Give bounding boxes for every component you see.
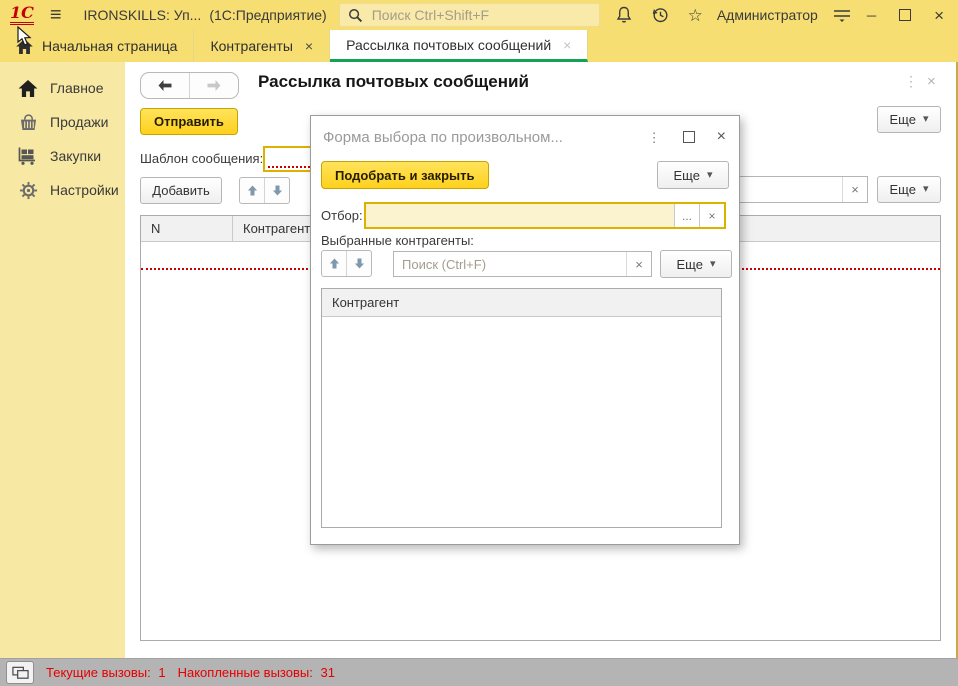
move-down-icon[interactable] [346, 251, 371, 276]
sidebar-item-label: Закупки [50, 148, 101, 164]
move-up-icon[interactable] [322, 251, 346, 276]
dialog-search-input[interactable] [394, 252, 626, 276]
status-bar: Текущие вызовы: 1 Накопленные вызовы: 31 [0, 658, 958, 686]
dialog-more-button-list[interactable]: Еще ▾ [660, 250, 732, 278]
back-button[interactable] [141, 73, 189, 98]
sidebar-item-label: Настройки [50, 182, 119, 198]
nav-history-group [140, 72, 239, 99]
minimize-icon[interactable]: ─ [867, 9, 876, 22]
more-label: Еще [677, 257, 703, 272]
chevron-down-icon: ▾ [707, 170, 713, 181]
sidebar: Главное Продажи Закупки Настройки [0, 62, 125, 658]
chevron-down-icon: ▾ [923, 114, 929, 125]
close-window-icon[interactable]: × [934, 7, 944, 24]
filter-ellipsis-button[interactable]: ... [674, 204, 699, 227]
filter-clear-icon[interactable]: × [699, 204, 724, 227]
tab-mail-distribution[interactable]: Рассылка почтовых сообщений × [330, 30, 588, 62]
selected-counterparties-label: Выбранные контрагенты: [321, 233, 474, 248]
chevron-down-icon: ▾ [710, 259, 716, 270]
dialog-search-box[interactable]: × [393, 251, 652, 277]
close-tab-icon[interactable]: × [305, 39, 313, 53]
window-controls: ─ × [867, 7, 944, 24]
sidebar-item-label: Продажи [50, 114, 108, 130]
clear-search-icon[interactable]: × [842, 177, 867, 202]
tab-counterparties[interactable]: Контрагенты × [194, 30, 330, 62]
cart-icon [17, 147, 39, 165]
search-icon [348, 8, 363, 23]
user-menu-icon[interactable] [833, 8, 851, 23]
column-header-n[interactable]: N [141, 216, 233, 241]
global-search-box[interactable] [339, 3, 600, 27]
form-close-icon[interactable]: × [927, 74, 936, 89]
selected-counterparties-table[interactable]: Контрагент [321, 288, 722, 528]
filter-label: Отбор: [321, 208, 363, 223]
column-header-counterparty[interactable]: Контрагент [322, 289, 721, 317]
favorites-star-icon[interactable]: ☆ [688, 7, 703, 24]
maximize-icon[interactable] [899, 9, 911, 21]
clear-search-icon[interactable]: × [626, 252, 651, 276]
forward-button[interactable] [189, 73, 238, 98]
tab-home-page[interactable]: Начальная страница [0, 30, 194, 62]
more-label: Еще [890, 182, 916, 197]
dialog-close-icon[interactable]: × [717, 129, 726, 145]
tab-label: Начальная страница [42, 38, 177, 54]
main-menu-icon[interactable]: ≡ [50, 5, 62, 25]
dialog-reorder-buttons [321, 250, 372, 277]
close-tab-icon[interactable]: × [563, 38, 571, 52]
page-title: Рассылка почтовых сообщений [258, 72, 529, 92]
more-label: Еще [890, 112, 916, 127]
app-window: 1С ≡ IRONSKILLS: Уп... (1С:Предприятие) … [0, 0, 958, 686]
home-icon [16, 39, 33, 54]
dialog-maximize-icon[interactable] [683, 131, 695, 143]
dialog-more-button-top[interactable]: Еще ▾ [657, 161, 729, 189]
gear-icon [17, 181, 39, 200]
tab-label: Контрагенты [210, 38, 292, 54]
reorder-buttons [239, 177, 290, 204]
current-calls-status: Текущие вызовы: 1 [46, 665, 166, 680]
accumulated-calls-label: Накопленные вызовы: [178, 665, 313, 680]
app-title: IRONSKILLS: Уп... [84, 7, 202, 23]
server-calls-icon[interactable] [6, 661, 34, 684]
dialog-title: Форма выбора по произвольном... [323, 129, 563, 146]
dialog-menu-kebab-icon[interactable]: ⋮ [648, 131, 661, 144]
chevron-down-icon: ▾ [923, 184, 929, 195]
accumulated-calls-value: 31 [320, 665, 334, 680]
sidebar-item-purchases[interactable]: Закупки [0, 144, 125, 168]
global-search-input[interactable] [370, 6, 591, 24]
app-product-name: (1С:Предприятие) [209, 7, 326, 23]
notifications-bell-icon[interactable] [616, 6, 632, 24]
sidebar-item-main[interactable]: Главное [0, 76, 125, 100]
history-icon[interactable] [651, 6, 669, 24]
more-label: Еще [674, 168, 700, 183]
titlebar-icons: ☆ [616, 6, 703, 24]
accumulated-calls-status: Накопленные вызовы: 31 [178, 665, 335, 680]
move-up-icon[interactable] [240, 178, 264, 203]
sidebar-item-sales[interactable]: Продажи [0, 110, 125, 134]
1c-logo-icon: 1С [10, 5, 34, 25]
send-button[interactable]: Отправить [140, 108, 238, 135]
filter-field[interactable]: ... × [364, 202, 726, 229]
move-down-icon[interactable] [264, 178, 289, 203]
dialog-controls: ⋮ × [648, 129, 726, 145]
more-button-top[interactable]: Еще ▾ [877, 106, 941, 133]
sidebar-item-label: Главное [50, 80, 104, 96]
tab-bar: Начальная страница Контрагенты × Рассылк… [0, 30, 958, 62]
tab-label: Рассылка почтовых сообщений [346, 37, 551, 53]
more-button-list[interactable]: Еще ▾ [877, 176, 941, 203]
titlebar: 1С ≡ IRONSKILLS: Уп... (1С:Предприятие) … [0, 0, 958, 30]
filter-input[interactable] [366, 204, 674, 227]
selection-dialog: Форма выбора по произвольном... ⋮ × Подо… [310, 115, 740, 545]
current-calls-value: 1 [158, 665, 165, 680]
add-button[interactable]: Добавить [140, 177, 222, 204]
sidebar-item-settings[interactable]: Настройки [0, 178, 125, 202]
pick-and-close-button[interactable]: Подобрать и закрыть [321, 161, 489, 189]
basket-icon [17, 114, 39, 131]
form-menu-kebab-icon[interactable]: ⋮ [904, 74, 918, 88]
current-user[interactable]: Администратор [717, 7, 818, 23]
home-icon [17, 80, 39, 97]
template-label: Шаблон сообщения: [140, 151, 263, 166]
current-calls-label: Текущие вызовы: [46, 665, 151, 680]
